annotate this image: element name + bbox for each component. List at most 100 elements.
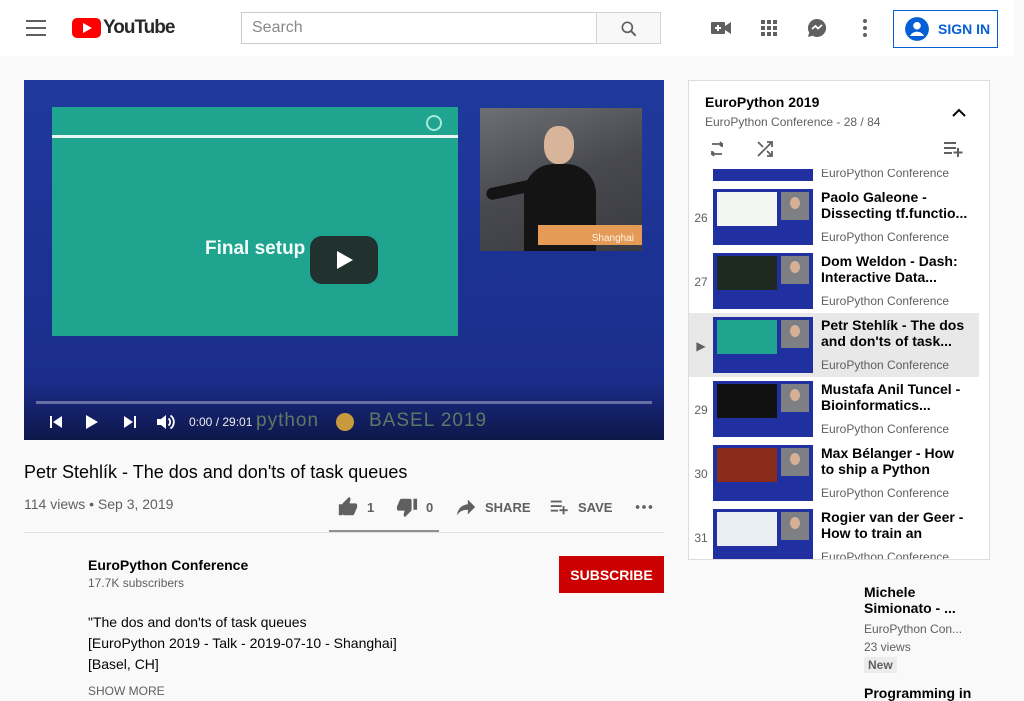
thumbs-up-icon: [338, 496, 358, 516]
more-actions-button[interactable]: [633, 496, 663, 518]
more-options-icon[interactable]: [853, 16, 877, 40]
playlist-item-channel: EuroPython Conference: [821, 486, 950, 500]
description-line: [EuroPython 2019 - Talk - 2019-07-10 - S…: [88, 635, 397, 651]
conference-brand-year: BASEL 2019: [369, 410, 488, 431]
share-label: SHARE: [485, 499, 531, 515]
thumbnail-speaker: [781, 256, 809, 284]
menu-icon[interactable]: [24, 18, 48, 38]
playlist-item-index: 29: [694, 403, 708, 417]
related-video-thumbnail[interactable]: [688, 584, 856, 678]
now-playing-icon: ▶: [696, 339, 706, 353]
playlist-item-thumbnail: [713, 445, 813, 501]
playlist-item-channel: EuroPython Conference: [821, 422, 950, 436]
playlist-item-title: Petr Stehlík - The dos and don'ts of tas…: [821, 317, 965, 349]
messages-icon[interactable]: [805, 16, 829, 40]
thumbnail-speaker: [781, 448, 809, 476]
thumbnail-speaker: [781, 384, 809, 412]
dislike-count: 0: [426, 499, 434, 515]
thumbnail-slide: [717, 448, 777, 482]
playlist-title[interactable]: EuroPython 2019: [705, 94, 819, 110]
progress-bar[interactable]: [36, 401, 652, 404]
playlist-item-channel: EuroPython Conference: [821, 294, 950, 308]
playlist-item-index: 26: [694, 211, 708, 225]
channel-name[interactable]: EuroPython Conference: [88, 557, 248, 573]
slide-title: Final setup: [205, 238, 306, 259]
playlist-item-index: 31: [694, 531, 708, 545]
playlist-subtitle: EuroPython Conference - 28 / 84: [705, 115, 881, 129]
subscribe-button[interactable]: SUBSCRIBE: [559, 556, 664, 593]
playlist-item-title: Mustafa Anil Tuncel - Bioinformatics...: [821, 381, 961, 413]
next-icon[interactable]: [118, 412, 142, 432]
playlist-item[interactable]: 26 Paolo Galeone - Dissecting tf.functio.…: [689, 185, 979, 249]
account-icon: [905, 17, 929, 41]
more-horizontal-icon: [635, 505, 653, 509]
add-to-playlist-icon[interactable]: [941, 137, 965, 166]
playlist-item-thumbnail: [713, 189, 813, 245]
previous-icon[interactable]: [44, 412, 68, 432]
thumbnail-slide: [717, 384, 777, 418]
thumbnail-speaker: [781, 192, 809, 220]
playlist-item-index: 27: [694, 275, 708, 289]
playlist-item-channel: EuroPython Conference: [821, 358, 950, 372]
conference-brand-text: python: [256, 410, 320, 431]
youtube-logo[interactable]: YouTube: [72, 17, 175, 39]
thumbnail-speaker: [781, 320, 809, 348]
playlist-item-title: Paolo Galeone - Dissecting tf.functio...: [821, 189, 968, 221]
time-display: 0:00 / 29:01: [189, 415, 253, 429]
playlist-item-title: Rogier van der Geer - How to train an im…: [821, 509, 964, 541]
playlist-item-thumbnail: [713, 253, 813, 309]
video-meta: 114 views • Sep 3, 2019: [24, 496, 174, 512]
related-video-title[interactable]: Programming in: [864, 685, 971, 701]
share-button[interactable]: SHARE: [455, 496, 531, 518]
related-video-title[interactable]: Michele Simionato - ...: [864, 584, 974, 616]
speaker-head: [544, 126, 574, 164]
apps-grid-icon[interactable]: [757, 16, 781, 40]
speaker-location-text: Shanghai: [591, 233, 634, 244]
speaker-camera-view: Shanghai: [480, 108, 642, 251]
volume-icon[interactable]: [154, 412, 178, 432]
video-title: Petr Stehlík - The dos and don'ts of tas…: [24, 462, 408, 482]
thumbnail-slide: [717, 512, 777, 546]
share-icon: [456, 499, 476, 516]
divider: [24, 532, 664, 533]
search-button[interactable]: [596, 12, 661, 44]
description-line: [Basel, CH]: [88, 656, 159, 672]
youtube-logo-icon: [72, 18, 101, 38]
playlist-item[interactable]: 29 Mustafa Anil Tuncel - Bioinformatics..…: [689, 377, 979, 441]
subscriber-count: 17.7K subscribers: [88, 576, 185, 590]
like-button[interactable]: 1: [337, 496, 374, 518]
sign-in-button[interactable]: SIGN IN: [893, 10, 998, 48]
playlist-item-index: 30: [694, 467, 708, 481]
search-input[interactable]: [241, 12, 597, 44]
playlist-panel: 25me, or the GIL?EuroPython Conference26…: [688, 80, 990, 560]
save-button[interactable]: SAVE: [548, 496, 612, 518]
playlist-item[interactable]: ▶ Petr Stehlík - The dos and don'ts of ta…: [689, 313, 979, 377]
play-icon[interactable]: [80, 412, 104, 432]
collapse-playlist-icon[interactable]: [947, 101, 971, 130]
python-logo-icon: [336, 413, 354, 431]
video-frame-slide: Final setup: [52, 107, 458, 336]
show-more-button[interactable]: SHOW MORE: [88, 684, 165, 698]
thumbnail-slide: [717, 256, 777, 290]
dislike-button[interactable]: 0: [396, 496, 433, 518]
top-bar: YouTube SIGN IN: [0, 0, 1014, 56]
loop-icon[interactable]: [705, 137, 729, 166]
shuffle-icon[interactable]: [753, 137, 777, 166]
playlist-item-thumbnail: [713, 381, 813, 437]
search-icon: [621, 21, 637, 37]
video-player[interactable]: Final setup Shanghai python BASEL 2019 0…: [24, 80, 664, 440]
related-video-channel[interactable]: EuroPython Con...: [864, 622, 964, 636]
playlist-item-thumbnail: [713, 509, 813, 559]
thumbs-down-icon: [396, 498, 418, 518]
new-badge: New: [864, 657, 897, 673]
description-line: "The dos and don'ts of task queues: [88, 614, 307, 630]
thumbnail-slide: [717, 320, 777, 354]
thumbnail-speaker: [781, 512, 809, 540]
playlist-item[interactable]: 31 Rogier van der Geer - How to train an …: [689, 505, 979, 559]
create-video-icon[interactable]: [709, 16, 733, 40]
playlist-item[interactable]: 27 Dom Weldon - Dash: Interactive Data...…: [689, 249, 979, 313]
related-video-views: 23 views: [864, 640, 911, 654]
playlist-item[interactable]: 30 Max Bélanger - How to ship a Python ap…: [689, 441, 979, 505]
large-play-button[interactable]: [310, 236, 378, 284]
slide-divider: [52, 135, 458, 138]
